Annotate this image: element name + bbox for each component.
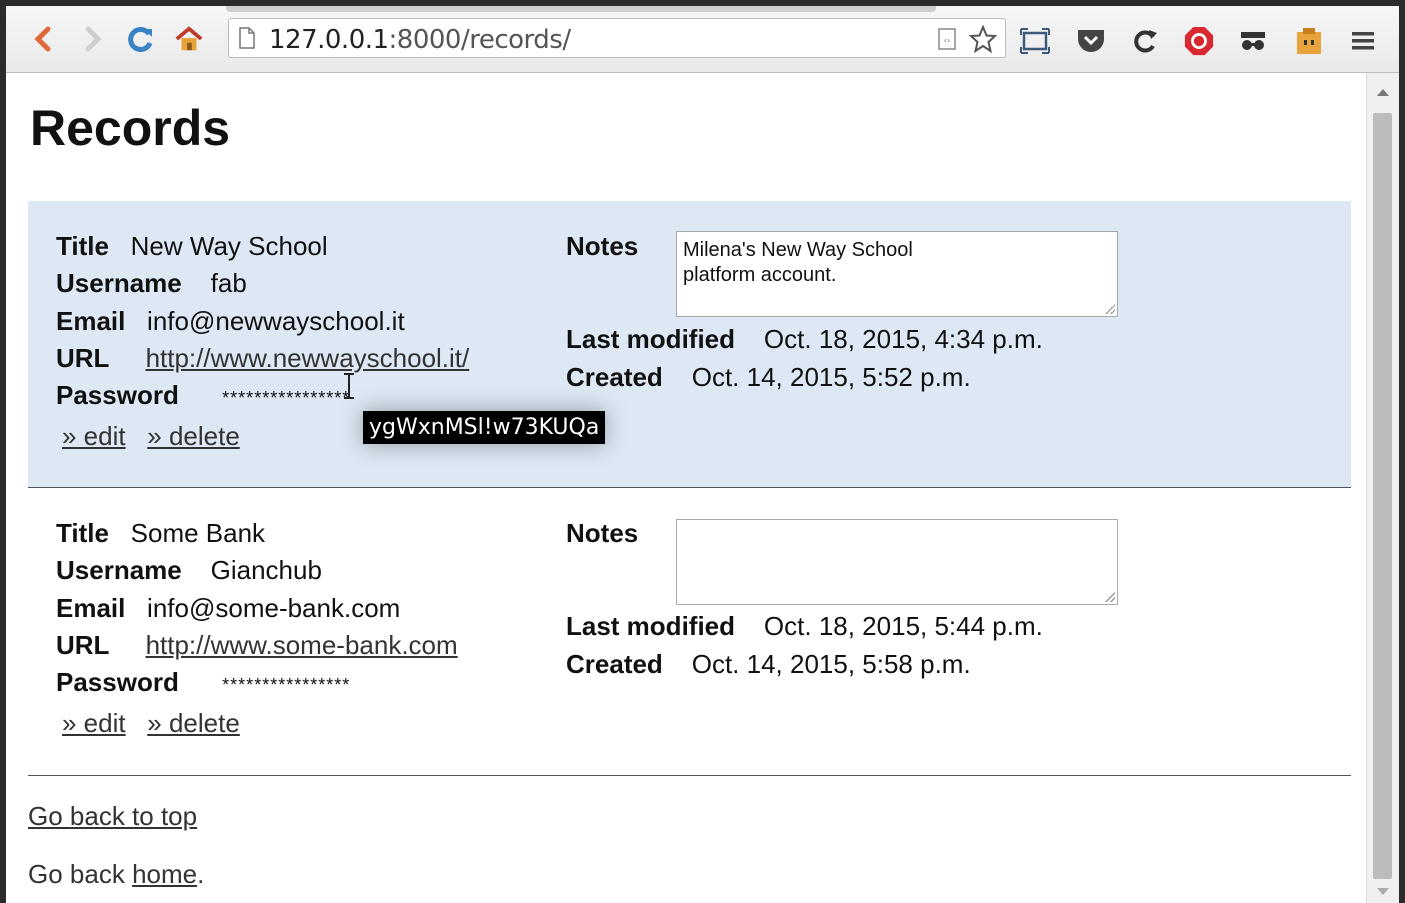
refresh-ext-icon[interactable] bbox=[1130, 26, 1160, 56]
record-item: Title New Way School Username fab Email … bbox=[28, 201, 1351, 487]
record-password-masked[interactable]: **************** bbox=[222, 675, 350, 695]
record-last-modified-field: Last modified Oct. 18, 2015, 5:44 p.m. bbox=[566, 611, 1043, 641]
record-title-field: Title Some Bank bbox=[56, 518, 266, 548]
notes-textarea[interactable]: Milena's New Way School platform account… bbox=[676, 231, 1118, 317]
text-cursor-icon bbox=[344, 373, 354, 399]
record-created-field: Created Oct. 14, 2015, 5:58 p.m. bbox=[566, 649, 971, 679]
home-icon[interactable] bbox=[174, 24, 204, 54]
incognito-icon[interactable] bbox=[1238, 26, 1268, 56]
back-icon[interactable] bbox=[28, 24, 58, 54]
record-title-value: New Way School bbox=[130, 231, 328, 261]
edit-link[interactable]: » edit bbox=[62, 421, 126, 451]
record-url-field: URL http://www.some-bank.com bbox=[56, 630, 458, 660]
reader-icon[interactable]: ‹› bbox=[937, 28, 957, 50]
record-actions: » edit » delete bbox=[62, 421, 240, 452]
forward-icon[interactable] bbox=[78, 24, 108, 54]
record-username-field: Username fab bbox=[56, 268, 247, 298]
record-email-field: Email info@some-bank.com bbox=[56, 593, 401, 623]
resize-grip-icon[interactable] bbox=[1105, 304, 1115, 314]
password-tooltip: ygWxnMSl!w73KUQa bbox=[363, 411, 606, 444]
delete-link[interactable]: » delete bbox=[147, 421, 240, 451]
record-actions: » edit » delete bbox=[62, 708, 240, 739]
notes-textarea[interactable] bbox=[676, 519, 1118, 605]
record-created-value: Oct. 14, 2015, 5:58 p.m. bbox=[691, 649, 971, 679]
record-last-modified-value: Oct. 18, 2015, 5:44 p.m. bbox=[763, 611, 1043, 641]
record-url-link[interactable]: http://www.some-bank.com bbox=[146, 630, 458, 660]
pocket-icon[interactable] bbox=[1076, 26, 1106, 56]
page-icon bbox=[239, 27, 255, 49]
record-notes-label: Notes bbox=[566, 231, 639, 261]
page-title: Records bbox=[30, 100, 231, 156]
record-last-modified-field: Last modified Oct. 18, 2015, 4:34 p.m. bbox=[566, 324, 1043, 354]
record-password-field: Password **************** bbox=[56, 380, 351, 410]
record-username-value: Gianchub bbox=[210, 555, 322, 585]
record-email-field: Email info@newwayschool.it bbox=[56, 306, 405, 336]
resize-grip-icon[interactable] bbox=[1105, 592, 1115, 602]
fullscreen-icon[interactable] bbox=[1020, 26, 1050, 56]
reload-icon[interactable] bbox=[126, 24, 156, 54]
record-last-modified-value: Oct. 18, 2015, 4:34 p.m. bbox=[763, 324, 1043, 354]
record-created-value: Oct. 14, 2015, 5:52 p.m. bbox=[691, 362, 971, 392]
tab-strip[interactable] bbox=[226, 6, 936, 12]
edit-link[interactable]: » edit bbox=[62, 708, 126, 738]
extension-icon[interactable] bbox=[1294, 26, 1324, 56]
record-url-link[interactable]: http://www.newwayschool.it/ bbox=[146, 343, 470, 373]
browser-window: 127.0.0.1:8000/records/ ‹› Records Title… bbox=[6, 6, 1399, 903]
record-title-field: Title New Way School bbox=[56, 231, 328, 261]
delete-link[interactable]: » delete bbox=[147, 708, 240, 738]
vertical-scrollbar[interactable] bbox=[1366, 73, 1399, 903]
record-username-field: Username Gianchub bbox=[56, 555, 322, 585]
record-divider bbox=[28, 775, 1351, 776]
record-notes-label: Notes bbox=[566, 518, 639, 548]
bookmark-star-icon[interactable] bbox=[969, 25, 997, 53]
record-item: Title Some Bank Username Gianchub Email … bbox=[28, 488, 1351, 775]
record-email-value: info@some-bank.com bbox=[147, 593, 401, 623]
adblock-icon[interactable] bbox=[1184, 26, 1214, 56]
go-back-home-text: Go back home. bbox=[28, 859, 205, 889]
record-email-value: info@newwayschool.it bbox=[147, 306, 405, 336]
browser-toolbar: 127.0.0.1:8000/records/ ‹› bbox=[6, 6, 1399, 73]
address-bar[interactable]: 127.0.0.1:8000/records/ ‹› bbox=[228, 18, 1006, 58]
scroll-down-icon[interactable] bbox=[1377, 888, 1389, 895]
scroll-up-icon[interactable] bbox=[1377, 89, 1389, 96]
menu-icon[interactable] bbox=[1348, 26, 1378, 56]
svg-text:‹›: ‹› bbox=[944, 36, 950, 45]
record-password-masked[interactable]: **************** bbox=[222, 388, 350, 408]
record-password-field: Password **************** bbox=[56, 667, 351, 697]
home-link[interactable]: home bbox=[132, 859, 197, 889]
record-username-value: fab bbox=[210, 268, 247, 298]
record-url-field: URL http://www.newwayschool.it/ bbox=[56, 343, 470, 373]
record-title-value: Some Bank bbox=[130, 518, 266, 548]
page-content: Records Title New Way School Username fa… bbox=[6, 73, 1366, 903]
record-created-field: Created Oct. 14, 2015, 5:52 p.m. bbox=[566, 362, 971, 392]
address-bar-url[interactable]: 127.0.0.1:8000/records/ bbox=[269, 25, 571, 55]
go-back-to-top-link[interactable]: Go back to top bbox=[28, 801, 197, 832]
scrollbar-thumb[interactable] bbox=[1373, 113, 1392, 879]
